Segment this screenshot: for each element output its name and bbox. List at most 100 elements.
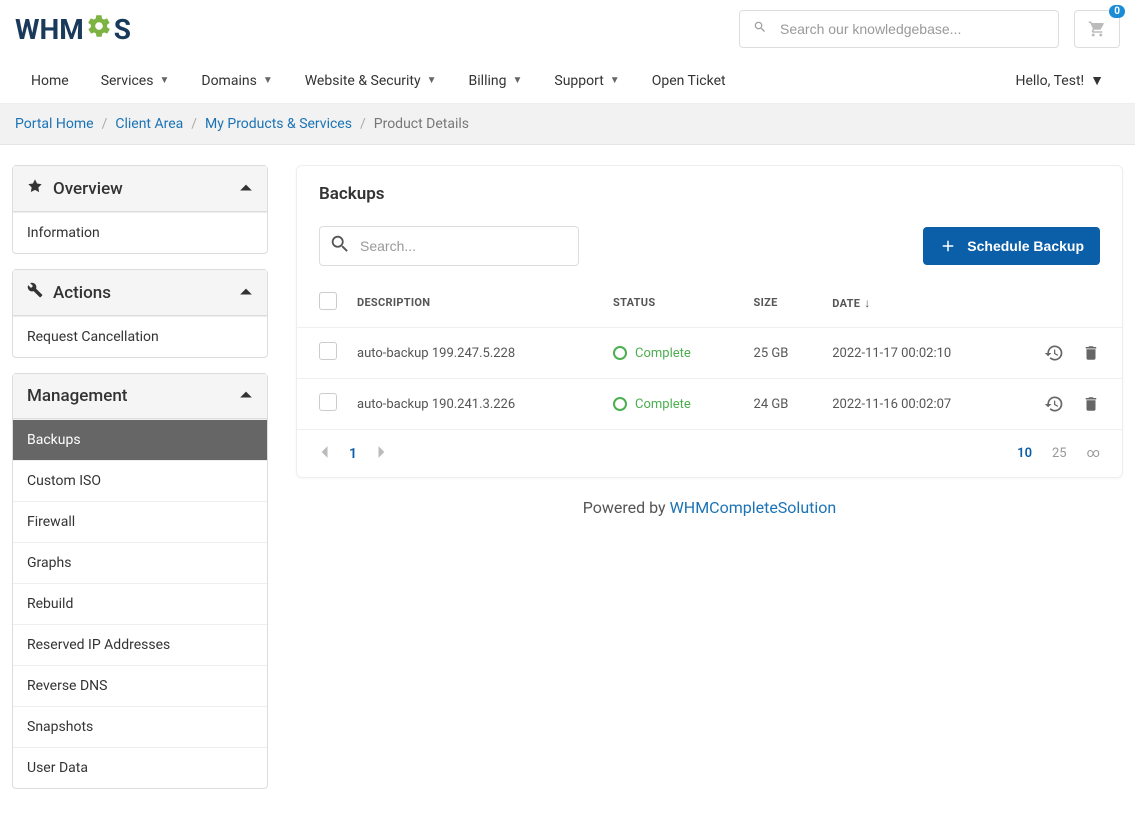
wrench-icon [27, 282, 43, 303]
table-search-input[interactable] [319, 226, 579, 266]
cell-size: 24 GB [744, 379, 823, 430]
chevron-up-icon [239, 179, 253, 199]
trash-icon[interactable] [1082, 344, 1100, 362]
nav-label: Website & Security [305, 73, 421, 89]
breadcrumb-separator: / [360, 116, 366, 132]
logo[interactable]: WHM S [15, 13, 131, 46]
nav-label: Billing [469, 73, 507, 89]
nav-home[interactable]: Home [15, 59, 85, 103]
status-complete-icon [613, 346, 627, 360]
breadcrumb-link[interactable]: Client Area [115, 116, 183, 132]
sidebar-item-custom-iso[interactable]: Custom ISO [13, 460, 267, 501]
breadcrumb-separator: / [102, 116, 108, 132]
nav-billing[interactable]: Billing ▼ [453, 59, 539, 103]
panel-title: Overview [53, 179, 123, 199]
prev-page[interactable] [319, 444, 329, 463]
sidebar-item-information[interactable]: Information [13, 212, 267, 253]
panel-header-management[interactable]: Management [13, 374, 267, 419]
breadcrumb: Portal Home / Client Area / My Products & Se… [0, 104, 1135, 145]
status-complete-icon [613, 397, 627, 411]
nav-open-ticket[interactable]: Open Ticket [636, 59, 742, 103]
column-description[interactable]: DESCRIPTION [347, 278, 603, 328]
nav-label: Open Ticket [652, 73, 726, 89]
chevron-down-icon: ▼ [263, 75, 273, 86]
table-row: auto-backup 190.241.3.226 Complete 24 GB20… [297, 379, 1122, 430]
nav-support[interactable]: Support ▼ [538, 59, 635, 103]
nav-label: Home [31, 73, 69, 89]
cell-size: 25 GB [744, 328, 823, 379]
chevron-up-icon [239, 386, 253, 406]
chevron-down-icon: ▼ [512, 75, 522, 86]
schedule-button-label: Schedule Backup [967, 238, 1084, 254]
cell-status: Complete [613, 346, 734, 361]
column-date[interactable]: DATE↓ [822, 278, 1022, 328]
cart-button[interactable]: 0 [1074, 10, 1120, 48]
next-page[interactable] [377, 444, 387, 463]
footer-link[interactable]: WHMCompleteSolution [670, 498, 837, 517]
panel-title: Actions [53, 283, 111, 303]
nav-services[interactable]: Services ▼ [85, 59, 186, 103]
current-page[interactable]: 1 [349, 446, 357, 462]
knowledgebase-search-input[interactable] [739, 10, 1059, 48]
greeting-text: Hello, Test! [1015, 73, 1084, 89]
search-icon [329, 233, 351, 259]
search-icon [753, 20, 767, 38]
breadcrumb-current: Product Details [374, 116, 469, 132]
cart-badge: 0 [1109, 5, 1125, 18]
chevron-up-icon [239, 283, 253, 303]
sidebar-item-snapshots[interactable]: Snapshots [13, 706, 267, 747]
schedule-backup-button[interactable]: Schedule Backup [923, 227, 1100, 265]
panel-title: Management [27, 386, 127, 406]
column-status[interactable]: STATUS [603, 278, 744, 328]
row-checkbox[interactable] [319, 342, 337, 360]
cart-icon [1088, 20, 1106, 38]
footer: Powered by WHMCompleteSolution [296, 478, 1123, 537]
select-all-checkbox[interactable] [319, 292, 337, 310]
row-checkbox[interactable] [319, 393, 337, 411]
cell-status: Complete [613, 397, 734, 412]
page-size-∞[interactable]: ∞ [1087, 446, 1100, 461]
nav-label: Support [554, 73, 603, 89]
sidebar-item-request-cancellation[interactable]: Request Cancellation [13, 316, 267, 357]
breadcrumb-link[interactable]: Portal Home [15, 116, 94, 132]
nav-website-security[interactable]: Website & Security ▼ [289, 59, 453, 103]
sidebar-item-firewall[interactable]: Firewall [13, 501, 267, 542]
user-menu[interactable]: Hello, Test! ▼ [999, 58, 1120, 103]
sidebar-item-user-data[interactable]: User Data [13, 747, 267, 788]
sidebar-item-graphs[interactable]: Graphs [13, 542, 267, 583]
restore-icon[interactable] [1044, 394, 1064, 414]
nav-domains[interactable]: Domains ▼ [185, 59, 288, 103]
cell-date: 2022-11-16 00:02:07 [822, 379, 1022, 430]
sort-arrow-icon: ↓ [864, 296, 870, 310]
trash-icon[interactable] [1082, 395, 1100, 413]
page-size-10[interactable]: 10 [1017, 446, 1032, 461]
restore-icon[interactable] [1044, 343, 1064, 363]
cell-description: auto-backup 199.247.5.228 [347, 328, 603, 379]
sidebar-item-reserved-ip-addresses[interactable]: Reserved IP Addresses [13, 624, 267, 665]
panel-header-overview[interactable]: Overview [13, 166, 267, 212]
gear-icon [86, 13, 112, 46]
column-size[interactable]: SIZE [744, 278, 823, 328]
nav-label: Domains [201, 73, 256, 89]
sidebar-item-rebuild[interactable]: Rebuild [13, 583, 267, 624]
cell-description: auto-backup 190.241.3.226 [347, 379, 603, 430]
knowledgebase-search [739, 10, 1059, 48]
sidebar-item-reverse-dns[interactable]: Reverse DNS [13, 665, 267, 706]
page-title: Backups [297, 166, 1122, 216]
chevron-down-icon: ▼ [610, 75, 620, 86]
nav-label: Services [101, 73, 154, 89]
logo-text-left: WHM [15, 13, 84, 46]
footer-prefix: Powered by [583, 498, 670, 517]
breadcrumb-link[interactable]: My Products & Services [205, 116, 352, 132]
chevron-down-icon: ▼ [427, 75, 437, 86]
logo-text-right: S [114, 13, 131, 46]
chevron-down-icon: ▼ [1090, 72, 1104, 89]
panel-header-actions[interactable]: Actions [13, 270, 267, 316]
table-row: auto-backup 199.247.5.228Complete25 GB20… [297, 328, 1122, 379]
breadcrumb-separator: / [191, 116, 197, 132]
sidebar-item-backups[interactable]: Backups [13, 419, 267, 460]
page-size-25[interactable]: 25 [1052, 446, 1067, 461]
star-icon [27, 178, 43, 199]
chevron-down-icon: ▼ [159, 75, 169, 86]
plus-icon [939, 237, 957, 255]
